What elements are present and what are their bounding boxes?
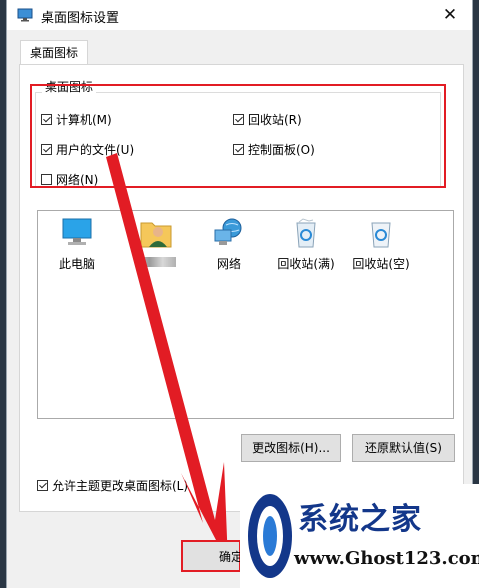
watermark-logo: 系统之家 www.Ghost123.com xyxy=(240,484,479,588)
logo-emblem-icon xyxy=(248,494,292,578)
watermark-brand: 系统之家 xyxy=(298,502,422,537)
watermark-url: www.Ghost123.com xyxy=(294,548,479,569)
